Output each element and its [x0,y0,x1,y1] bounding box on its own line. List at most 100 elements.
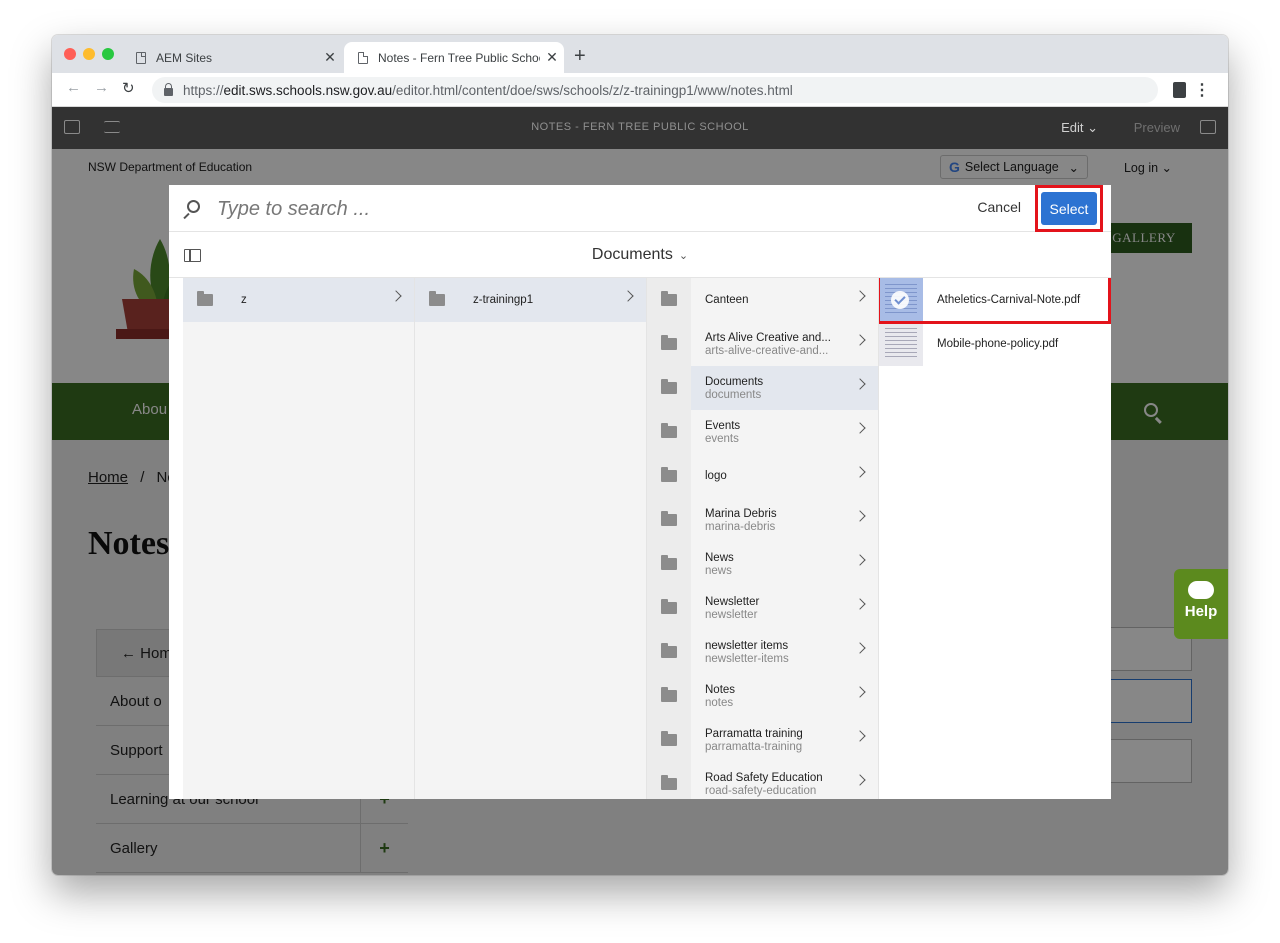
column-3: Canteen Arts Alive Creative and... arts-al… [647,278,879,799]
editor-toolbar: NOTES - FERN TREE PUBLIC SCHOOL Edit ⌄ P… [52,107,1228,149]
folder-title: News [705,551,734,564]
edit-mode-dropdown[interactable]: Edit ⌄ [1061,120,1098,136]
folder-title: Road Safety Education [705,771,823,784]
folder-thumb [647,718,691,762]
folder-row[interactable]: logo [647,454,878,498]
file-row[interactable]: Mobile-phone-policy.pdf [879,322,1111,366]
zoom-window-button[interactable] [102,48,114,60]
chevron-right-icon [854,510,866,522]
folder-icon [661,599,677,614]
folder-subtitle: marina-debris [705,520,776,533]
folder-icon [661,467,677,482]
folder-icon [661,423,677,438]
folder-label: Road Safety Education road-safety-educati… [705,772,823,797]
folder-icon [429,291,445,306]
extension-icon[interactable] [1173,82,1186,98]
chevron-right-icon [854,642,866,654]
url-path: /editor.html/content/doe/sws/schools/z/z… [392,82,793,98]
picker-search-row: Cancel Select [169,185,1111,232]
close-tab-icon[interactable]: ✕ [318,49,342,66]
chevron-down-icon: ⌄ [1087,120,1098,135]
folder-row[interactable]: Parramatta training parramatta-training [647,718,878,762]
folder-icon [661,335,677,350]
chevron-right-icon [854,466,866,478]
folder-icon [661,511,677,526]
tab-notes[interactable]: Notes - Fern Tree Public Schoo ✕ [344,42,564,73]
lock-icon [164,83,173,96]
folder-row[interactable]: z-trainingp1 [415,278,646,322]
new-tab-icon[interactable]: + [574,45,586,68]
chevron-right-icon [854,422,866,434]
help-tab[interactable]: Help [1174,569,1228,639]
file-row[interactable]: Atheletics-Carnival-Note.pdf [879,278,1111,324]
folder-title: Notes [705,683,736,696]
column-2: z-trainingp1 [415,278,647,799]
folder-label: News news [705,552,734,577]
folder-label: Newsletter newsletter [705,596,759,621]
folder-thumb [647,322,691,366]
editor-page-title: NOTES - FERN TREE PUBLIC SCHOOL [531,121,749,133]
file-highlight-box [879,278,1111,324]
more-menu-icon[interactable]: ⋮ [1194,80,1210,100]
folder-row[interactable]: Documents documents [647,366,878,410]
cancel-button[interactable]: Cancel [977,199,1021,215]
reload-icon[interactable]: ↻ [122,79,135,97]
picker-search-input[interactable] [217,195,917,223]
folder-title: Arts Alive Creative and... [705,331,831,344]
folder-thumb [647,542,691,586]
folder-row[interactable]: News news [647,542,878,586]
folder-label: Canteen [705,294,748,306]
edit-label: Edit [1061,120,1084,135]
folder-label: Arts Alive Creative and... arts-alive-cre… [705,332,831,357]
folder-thumb [647,278,691,322]
folder-row[interactable]: Events events [647,410,878,454]
location-title: Documents [591,246,673,263]
folder-label: Documents documents [705,376,763,401]
url-host: edit.sws.schools.nsw.gov.au [223,82,393,98]
folder-row[interactable]: Marina Debris marina-debris [647,498,878,542]
folder-row[interactable]: z [183,278,414,322]
chevron-down-icon: ⌄ [678,250,689,262]
folder-thumb [647,762,691,799]
search-icon [187,200,200,213]
page-icon [358,51,368,64]
folder-thumb [647,454,691,498]
folder-title: Parramatta training [705,727,803,740]
chevron-right-icon [854,290,866,302]
folder-thumb [647,630,691,674]
folder-subtitle: arts-alive-creative-and... [705,344,829,357]
folder-label: Marina Debris marina-debris [705,508,777,533]
folder-thumb [647,498,691,542]
chevron-right-icon [854,730,866,742]
column-view: z z-trainingp1 Canteen Arts Alive Creativ… [183,278,1111,799]
preview-button[interactable]: Preview [1134,120,1180,135]
folder-icon [661,379,677,394]
folder-label: logo [705,470,727,482]
folder-row[interactable]: newsletter items newsletter-items [647,630,878,674]
folder-row[interactable]: Road Safety Education road-safety-educati… [647,762,878,799]
chat-bubble-icon [1188,581,1214,599]
location-dropdown[interactable]: Documents ⌄ [169,246,1111,264]
folder-row[interactable]: Notes notes [647,674,878,718]
picker-location-row: Documents ⌄ [169,233,1111,278]
select-button[interactable]: Select [1041,192,1097,225]
folder-icon [661,643,677,658]
close-tab-icon[interactable]: ✕ [540,49,564,66]
close-window-button[interactable] [64,48,76,60]
chevron-right-icon [854,334,866,346]
folder-row[interactable]: Canteen [647,278,878,322]
folder-title: Newsletter [705,595,760,608]
back-arrow-icon[interactable]: ← [66,79,81,96]
folder-icon [661,731,677,746]
minimize-window-button[interactable] [83,48,95,60]
folder-subtitle: documents [705,388,762,401]
folder-row[interactable]: Newsletter newsletter [647,586,878,630]
folder-title: Canteen [705,294,749,306]
folder-subtitle: events [705,432,739,445]
url-field[interactable]: https://edit.sws.schools.nsw.gov.au/edit… [152,77,1158,103]
annotations-icon[interactable] [1200,120,1216,134]
forward-arrow-icon[interactable]: → [94,79,109,96]
folder-row[interactable]: Arts Alive Creative and... arts-alive-cre… [647,322,878,366]
tab-aem-sites[interactable]: AEM Sites ✕ [122,42,342,73]
chevron-right-icon [390,290,402,302]
